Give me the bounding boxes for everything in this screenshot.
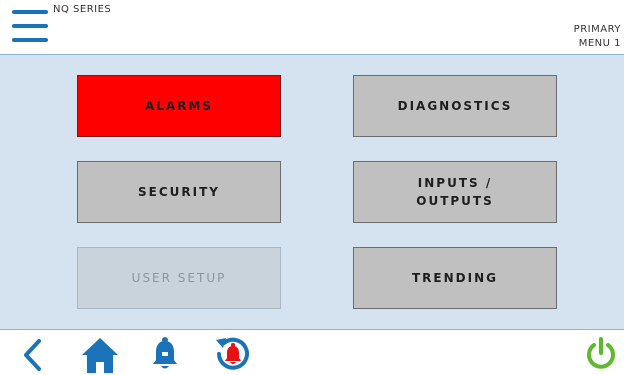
alarms-button[interactable]: ALARMS bbox=[77, 75, 281, 137]
back-arrow-icon[interactable] bbox=[20, 338, 46, 372]
series-label: NQ SERIES bbox=[53, 4, 112, 15]
bell-icon[interactable] bbox=[150, 336, 180, 372]
home-icon[interactable] bbox=[80, 336, 120, 374]
hamburger-menu-icon[interactable] bbox=[12, 10, 48, 44]
alarm-history-icon[interactable] bbox=[212, 334, 254, 374]
bottom-bar bbox=[0, 330, 624, 375]
power-icon[interactable] bbox=[584, 336, 618, 372]
inputs-outputs-button[interactable]: INPUTS / OUTPUTS bbox=[353, 161, 557, 223]
page-label-line2: MENU 1 bbox=[578, 38, 621, 49]
page-label: PRIMARY MENU 1 bbox=[574, 23, 621, 51]
menu-panel: ALARMS DIAGNOSTICS SECURITY INPUTS / OUT… bbox=[0, 54, 624, 330]
diagnostics-button[interactable]: DIAGNOSTICS bbox=[353, 75, 557, 137]
user-setup-button: USER SETUP bbox=[77, 247, 281, 309]
security-button[interactable]: SECURITY bbox=[77, 161, 281, 223]
trending-button[interactable]: TRENDING bbox=[353, 247, 557, 309]
page-label-line1: PRIMARY bbox=[573, 24, 621, 35]
top-bar: NQ SERIES PRIMARY MENU 1 bbox=[0, 0, 624, 54]
